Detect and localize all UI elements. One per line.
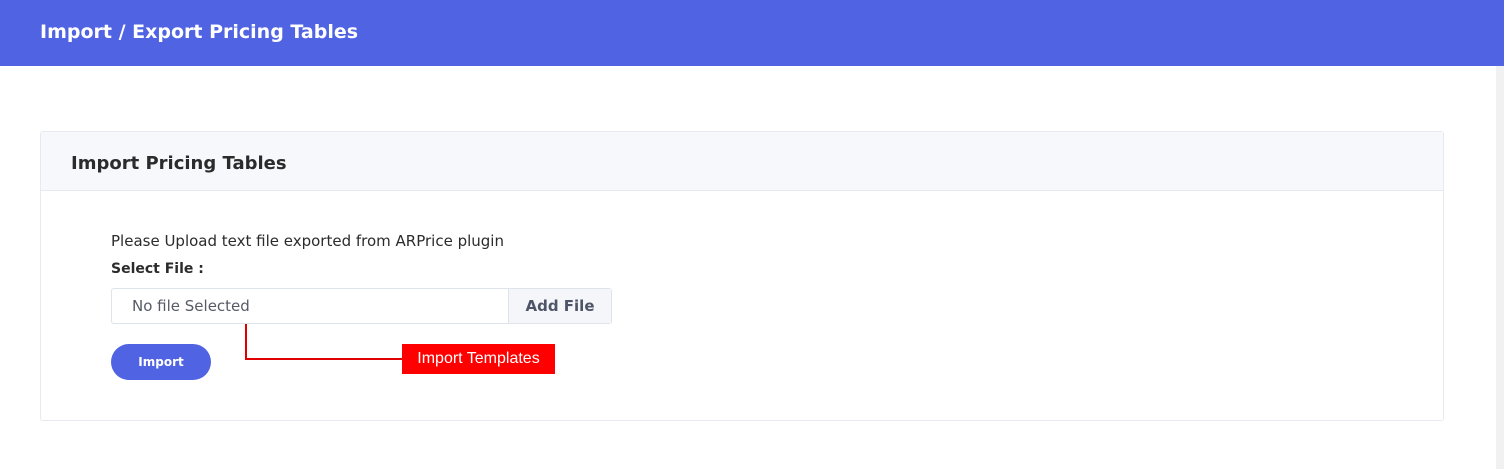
callout-line-vertical	[245, 324, 247, 360]
scrollbar[interactable]	[1496, 66, 1504, 469]
page-title: Import / Export Pricing Tables	[40, 21, 359, 43]
file-picker: Add File	[111, 288, 612, 324]
top-bar: Import / Export Pricing Tables	[0, 0, 1504, 66]
annotation-label: Import Templates	[402, 344, 555, 374]
card-title: Import Pricing Tables	[71, 153, 287, 174]
add-file-button[interactable]: Add File	[508, 289, 611, 323]
import-card: Import Pricing Tables	[40, 131, 1444, 421]
select-file-label: Select File :	[111, 261, 204, 277]
callout-line-horizontal	[245, 358, 403, 360]
file-name-input[interactable]	[112, 289, 508, 323]
import-button[interactable]: Import	[111, 344, 211, 380]
upload-description: Please Upload text file exported from AR…	[111, 232, 504, 250]
card-header: Import Pricing Tables	[41, 132, 1443, 191]
